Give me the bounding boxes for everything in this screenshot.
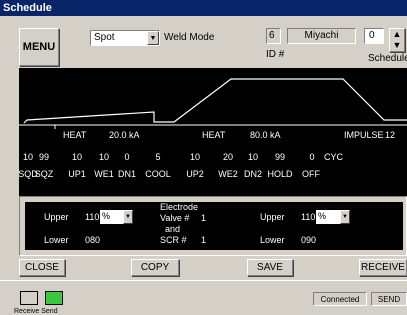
left-upper-unit-value: %: [102, 211, 111, 221]
limits-group: Upper 110 % ▼ Lower 080 Electrode Valve …: [25, 202, 403, 250]
schedule-number-value: 0: [369, 30, 375, 41]
param-label: DN2: [243, 169, 262, 179]
electrode-label: Electrode: [160, 202, 199, 212]
valve-label: Valve #: [160, 213, 190, 223]
weld-type-value: Spot: [94, 32, 115, 43]
scr-value: 1: [201, 235, 207, 245]
param-label: SQZ: [34, 169, 54, 179]
heat2-label: HEAT: [202, 130, 226, 140]
param-label: DN1: [117, 169, 136, 179]
right-upper-unit-select[interactable]: % ▼: [316, 210, 350, 224]
receive-indicator: [20, 291, 38, 305]
connection-status-text: Connected: [320, 295, 360, 304]
connection-status: Connected: [313, 292, 367, 306]
impulse-value: 12: [385, 130, 396, 140]
right-upper-value: 110: [301, 212, 316, 222]
param-label: WE2: [218, 169, 238, 179]
right-upper-label: Upper: [260, 212, 285, 222]
weld-profile-panel: HEAT 20.0 kA HEAT 80.0 kA IMPULSE 12 10 …: [19, 68, 407, 197]
heat1-label: HEAT: [63, 130, 87, 140]
id-value: 6: [269, 30, 275, 41]
left-upper-label: Upper: [44, 212, 69, 222]
param-label: OFF: [302, 169, 320, 179]
param-label: HOLD: [267, 169, 293, 179]
param-value[interactable]: 10: [241, 152, 265, 162]
copy-button[interactable]: COPY: [131, 259, 179, 276]
menu-button[interactable]: MENU: [19, 28, 59, 66]
param-value[interactable]: 0: [300, 152, 324, 162]
arrow-up-icon[interactable]: ▲: [390, 29, 404, 40]
receive-send-label: Receive Send: [14, 308, 58, 315]
copy-button-label: COPY: [140, 262, 170, 273]
param-value[interactable]: 10: [183, 152, 207, 162]
schedule-window: MENU Spot ▼ Weld Mode 6 ID # Miyachi 0 ▲…: [0, 16, 407, 315]
name-field[interactable]: Miyachi: [287, 28, 356, 44]
param-value[interactable]: 0: [115, 152, 139, 162]
param-value[interactable]: 10: [65, 152, 89, 162]
save-button[interactable]: SAVE: [247, 259, 293, 276]
waveform-line: [23, 78, 407, 124]
id-label: ID #: [266, 49, 285, 60]
status-bar: Receive Send Connected SEND: [0, 280, 407, 315]
valve-value: 1: [201, 213, 207, 223]
chevron-down-icon[interactable]: ▼: [123, 210, 133, 224]
limits-panel: Upper 110 % ▼ Lower 080 Electrode Valve …: [19, 196, 407, 256]
and-label: and: [165, 224, 181, 234]
arrow-down-icon[interactable]: ▼: [390, 40, 404, 51]
impulse-label: IMPULSE: [344, 130, 384, 140]
window-title: Schedule: [3, 2, 52, 14]
close-button-label: CLOSE: [25, 262, 59, 273]
receive-button-label: RECEIVE: [361, 262, 405, 273]
param-label: UP1: [68, 169, 86, 179]
weld-type-select[interactable]: Spot ▼: [90, 30, 160, 46]
close-button[interactable]: CLOSE: [19, 259, 65, 276]
left-upper-value: 110: [85, 212, 100, 222]
schedule-spinner[interactable]: ▲ ▼: [389, 28, 405, 52]
save-button-label: SAVE: [257, 262, 283, 273]
window-title-bar: Schedule: [0, 0, 407, 16]
left-upper-unit-select[interactable]: % ▼: [100, 210, 133, 224]
weld-mode-label: Weld Mode: [164, 32, 215, 43]
chevron-down-icon[interactable]: ▼: [147, 31, 159, 45]
schedule-label: Schedule: [368, 53, 407, 64]
send-status-label: SEND: [377, 295, 401, 304]
param-label: COOL: [145, 169, 171, 179]
heat2-value: 80.0 kA: [250, 130, 281, 140]
unit-label: CYC: [324, 152, 344, 162]
chevron-down-icon[interactable]: ▼: [340, 210, 350, 224]
right-lower-label: Lower: [260, 235, 285, 245]
right-upper-unit-value: %: [318, 211, 327, 221]
left-lower-label: Lower: [44, 235, 69, 245]
send-status[interactable]: SEND: [371, 292, 407, 306]
param-value[interactable]: 99: [268, 152, 292, 162]
heat1-value: 20.0 kA: [109, 130, 140, 140]
name-value: Miyachi: [304, 30, 339, 41]
menu-button-label: MENU: [22, 41, 56, 53]
param-value[interactable]: 10: [92, 152, 116, 162]
schedule-number-field[interactable]: 0: [364, 28, 384, 44]
param-value[interactable]: 20: [216, 152, 240, 162]
receive-button[interactable]: RECEIVE: [359, 259, 407, 276]
right-lower-value[interactable]: 090: [301, 235, 316, 245]
send-indicator: [45, 291, 63, 305]
param-label: UP2: [186, 169, 204, 179]
left-lower-value[interactable]: 080: [85, 235, 100, 245]
id-field[interactable]: 6: [266, 28, 281, 44]
scr-label: SCR #: [160, 235, 187, 245]
param-value[interactable]: 99: [32, 152, 56, 162]
param-value[interactable]: 5: [146, 152, 170, 162]
